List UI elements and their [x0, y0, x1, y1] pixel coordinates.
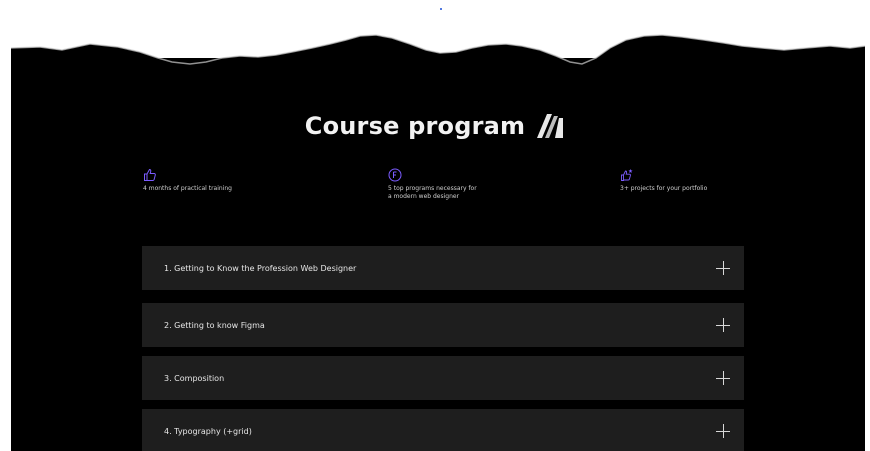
module-accordion-2[interactable]: 2. Getting to know Figma: [142, 303, 744, 347]
feature-text-line-2: a modern web designer: [388, 193, 460, 200]
feature-text: 4 months of practical training: [143, 185, 232, 192]
feature-programs: 5 top programs necessary for a modern we…: [388, 168, 538, 201]
page: Course program 4 months of practical tra…: [0, 0, 870, 451]
figma-badge-icon: [388, 168, 402, 182]
plus-icon[interactable]: [716, 318, 730, 332]
section-title: Course program: [304, 112, 526, 140]
thumbs-up-icon: [144, 168, 156, 181]
module-accordion-3[interactable]: 3. Composition: [142, 356, 744, 400]
feature-text: 3+ projects for your portfolio: [620, 185, 708, 192]
stripe-logo-icon: [537, 114, 564, 138]
module-title: 4. Typography (+grid): [164, 426, 252, 436]
feature-projects: 3+ projects for your portfolio: [620, 168, 760, 193]
plus-icon[interactable]: [716, 424, 730, 438]
module-accordion-4[interactable]: 4. Typography (+grid): [142, 409, 744, 451]
section-header: Course program: [0, 106, 870, 146]
star-thumb-icon: [621, 169, 633, 181]
module-title: 3. Composition: [164, 373, 225, 383]
module-title: 1. Getting to Know the Profession Web De…: [164, 263, 357, 273]
feature-training: 4 months of practical training: [143, 168, 303, 193]
plus-icon[interactable]: [716, 261, 730, 275]
module-accordion-1[interactable]: 1. Getting to Know the Profession Web De…: [142, 246, 744, 290]
feature-text-line-1: 5 top programs necessary for: [388, 185, 477, 192]
plus-icon[interactable]: [716, 371, 730, 385]
module-title: 2. Getting to know Figma: [164, 320, 265, 330]
